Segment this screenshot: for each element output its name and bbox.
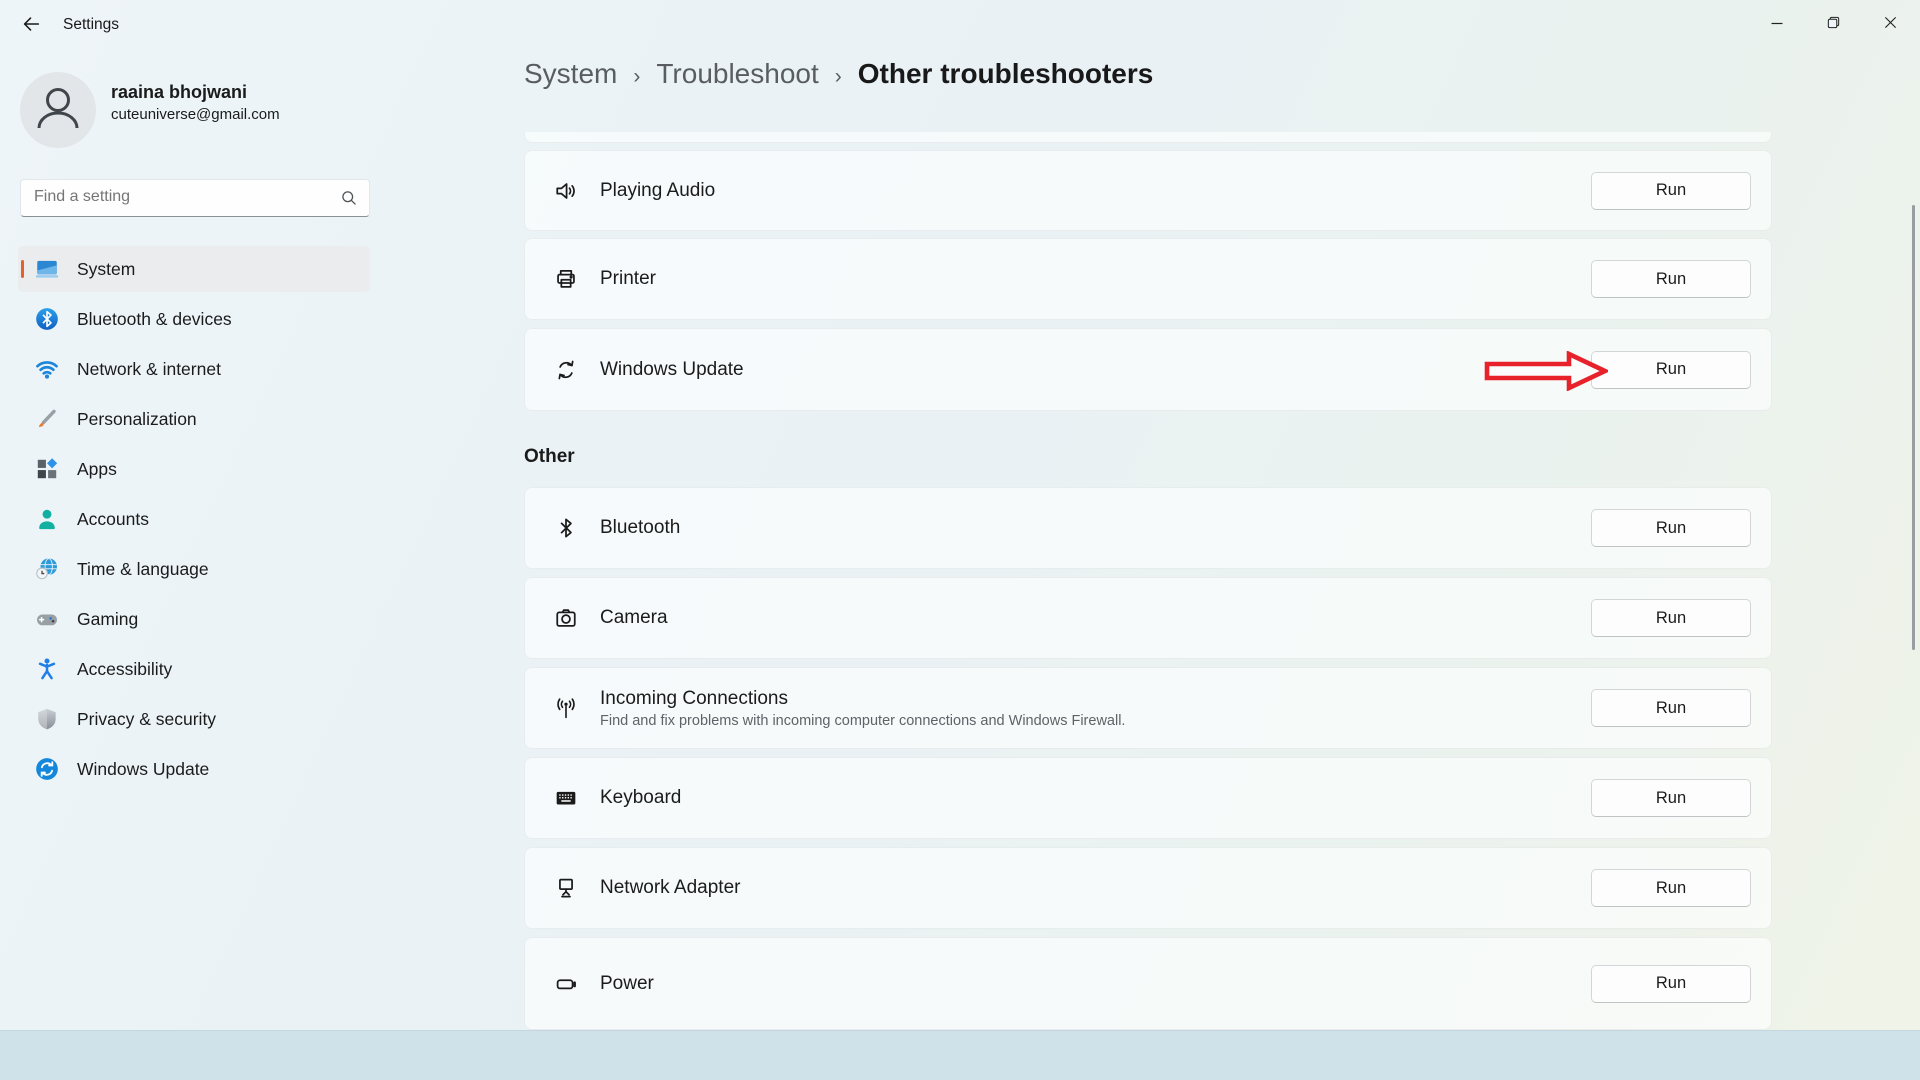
sidebar-item-label: Time & language — [77, 559, 209, 580]
search-icon — [339, 188, 359, 213]
row-printer: Printer Run — [524, 238, 1772, 320]
partial-card — [524, 132, 1772, 143]
accessibility-icon — [34, 656, 60, 682]
sidebar-item-label: Personalization — [77, 409, 197, 430]
run-button-incoming-connections[interactable]: Run — [1591, 689, 1751, 727]
run-button-keyboard[interactable]: Run — [1591, 779, 1751, 817]
run-button-windows-update[interactable]: Run — [1591, 351, 1751, 389]
sidebar-item-gaming[interactable]: Gaming — [18, 596, 370, 642]
sidebar-item-accounts[interactable]: Accounts — [18, 496, 370, 542]
row-incoming-connections: Incoming Connections Find and fix proble… — [524, 667, 1772, 749]
printer-icon — [552, 265, 580, 293]
sidebar-item-bluetooth-devices[interactable]: Bluetooth & devices — [18, 296, 370, 342]
run-button-power[interactable]: Run — [1591, 965, 1751, 1003]
sidebar-item-label: Apps — [77, 459, 117, 480]
restore-icon — [1826, 15, 1841, 35]
camera-icon — [552, 604, 580, 632]
troubleshooter-label: Playing Audio — [600, 180, 715, 202]
sidebar-item-label: Accessibility — [77, 659, 172, 680]
troubleshooter-text: Incoming Connections Find and fix proble… — [600, 688, 1125, 729]
windows-update-icon — [34, 756, 60, 782]
bluetooth-outline-icon — [552, 514, 580, 542]
battery-icon — [552, 970, 580, 998]
troubleshooter-label: Network Adapter — [600, 877, 740, 899]
troubleshooter-description: Find and fix problems with incoming comp… — [600, 713, 1125, 729]
sidebar-item-windows-update[interactable]: Windows Update — [18, 746, 370, 792]
page-title: Other troubleshooters — [858, 58, 1154, 90]
keyboard-icon — [552, 784, 580, 812]
section-header-other: Other — [524, 446, 575, 468]
time-language-icon — [34, 556, 60, 582]
sidebar-item-time-language[interactable]: Time & language — [18, 546, 370, 592]
troubleshooter-label: Camera — [600, 607, 668, 629]
sidebar-item-label: Privacy & security — [77, 709, 216, 730]
breadcrumb-troubleshoot[interactable]: Troubleshoot — [656, 58, 818, 90]
accounts-icon — [34, 506, 60, 532]
profile-email: cuteuniverse@gmail.com — [111, 106, 280, 123]
sidebar-item-system[interactable]: System — [18, 246, 370, 292]
back-arrow-icon — [20, 13, 42, 40]
profile-name: raaina bhojwani — [111, 82, 247, 103]
breadcrumb-system[interactable]: System — [524, 58, 617, 90]
close-icon — [1883, 15, 1898, 35]
taskbar — [0, 1030, 1920, 1080]
sidebar-item-network-internet[interactable]: Network & internet — [18, 346, 370, 392]
close-button[interactable] — [1867, 0, 1913, 50]
settings-window: Settings raaina bhojwani cuteuniverse@gm… — [0, 0, 1920, 1080]
selected-indicator — [21, 260, 24, 278]
sidebar-item-label: System — [77, 259, 135, 280]
run-button-bluetooth[interactable]: Run — [1591, 509, 1751, 547]
troubleshooter-label: Bluetooth — [600, 517, 680, 539]
minimize-icon — [1770, 16, 1784, 35]
monitor-icon — [552, 874, 580, 902]
sidebar-item-privacy-security[interactable]: Privacy & security — [18, 696, 370, 742]
bluetooth-icon — [34, 306, 60, 332]
row-power: Power Run — [524, 937, 1772, 1030]
back-button[interactable] — [12, 10, 50, 42]
run-button-printer[interactable]: Run — [1591, 260, 1751, 298]
apps-icon — [34, 456, 60, 482]
sidebar-item-label: Network & internet — [77, 359, 221, 380]
troubleshooter-label: Keyboard — [600, 787, 681, 809]
shield-icon — [34, 706, 60, 732]
row-camera: Camera Run — [524, 577, 1772, 659]
app-title: Settings — [63, 16, 119, 34]
avatar[interactable] — [20, 72, 96, 148]
sidebar-item-label: Windows Update — [77, 759, 209, 780]
personalization-icon — [34, 406, 60, 432]
network-icon — [34, 356, 60, 382]
gaming-icon — [34, 606, 60, 632]
sidebar-item-label: Gaming — [77, 609, 138, 630]
system-icon — [34, 256, 60, 282]
run-button-playing-audio[interactable]: Run — [1591, 172, 1751, 210]
find-setting-searchbox[interactable] — [20, 179, 370, 217]
minimize-button[interactable] — [1754, 0, 1800, 50]
troubleshooter-label: Power — [600, 973, 654, 995]
row-network-adapter: Network Adapter Run — [524, 847, 1772, 929]
troubleshooter-label: Incoming Connections — [600, 688, 1125, 710]
run-button-camera[interactable]: Run — [1591, 599, 1751, 637]
row-keyboard: Keyboard Run — [524, 757, 1772, 839]
row-playing-audio: Playing Audio Run — [524, 150, 1772, 231]
search-input[interactable] — [21, 180, 329, 206]
person-icon — [20, 70, 96, 151]
annotation-arrow-icon — [1484, 351, 1608, 396]
sidebar-item-accessibility[interactable]: Accessibility — [18, 646, 370, 692]
sync-icon — [552, 356, 580, 384]
sidebar-item-label: Accounts — [77, 509, 149, 530]
speaker-icon — [552, 177, 580, 205]
troubleshooter-label: Printer — [600, 268, 656, 290]
chevron-right-icon: › — [835, 65, 842, 89]
breadcrumb: System › Troubleshoot › Other troublesho… — [524, 58, 1153, 90]
troubleshooter-label: Windows Update — [600, 359, 744, 381]
sidebar-item-label: Bluetooth & devices — [77, 309, 232, 330]
run-button-network-adapter[interactable]: Run — [1591, 869, 1751, 907]
row-bluetooth: Bluetooth Run — [524, 487, 1772, 569]
restore-button[interactable] — [1810, 0, 1856, 50]
sidebar-item-personalization[interactable]: Personalization — [18, 396, 370, 442]
scrollbar[interactable] — [1912, 205, 1915, 650]
antenna-icon — [552, 694, 580, 722]
sidebar-item-apps[interactable]: Apps — [18, 446, 370, 492]
chevron-right-icon: › — [633, 65, 640, 89]
